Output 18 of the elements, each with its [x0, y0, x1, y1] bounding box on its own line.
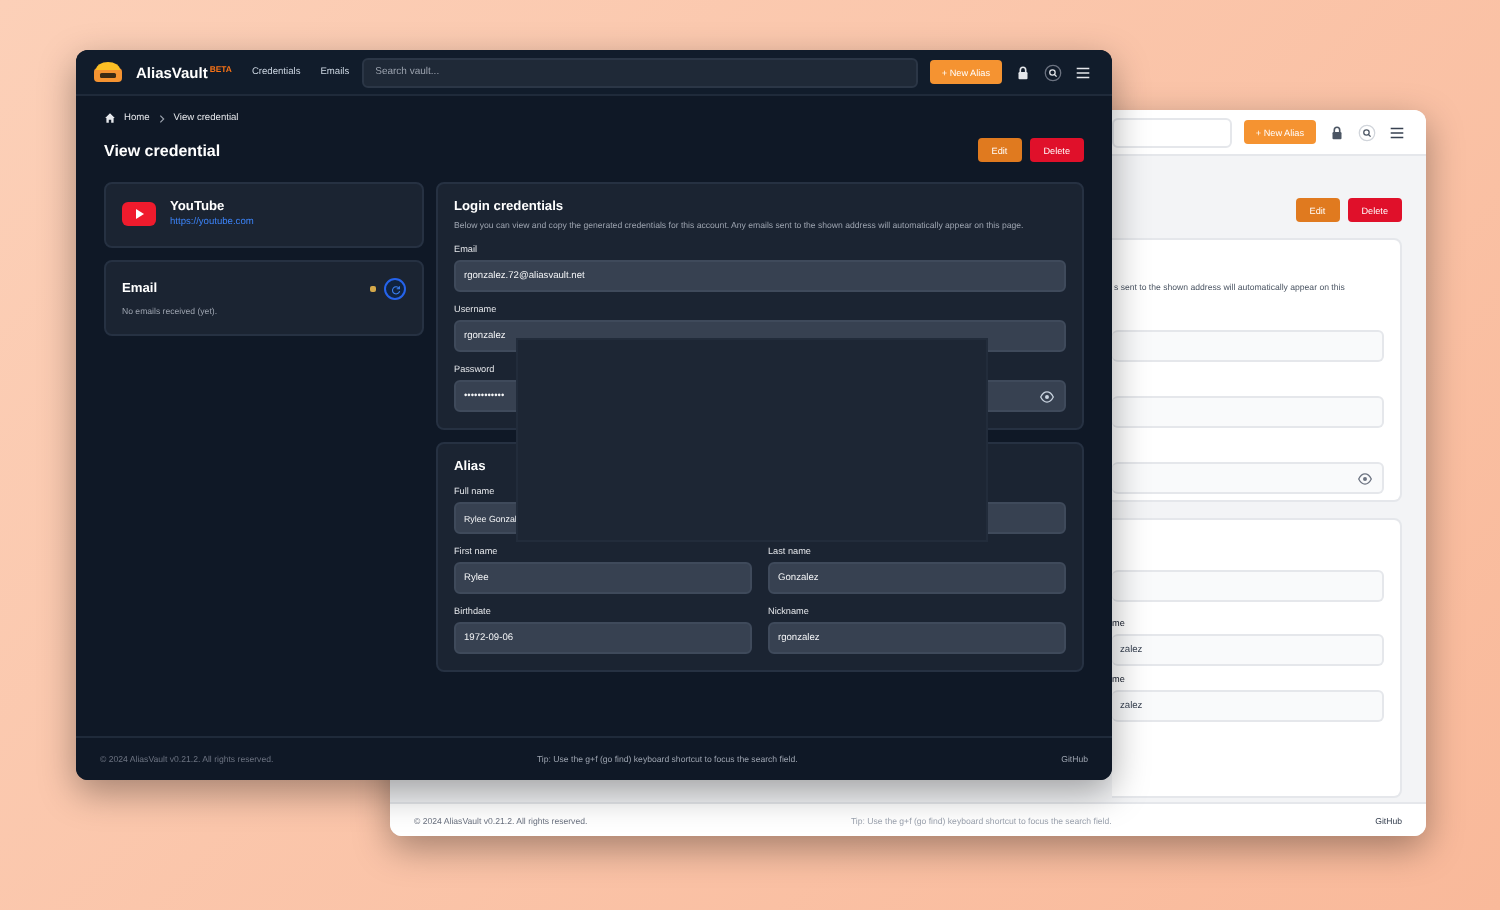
eye-icon[interactable] — [1038, 387, 1056, 406]
play-logo-icon — [122, 202, 156, 226]
page-title: View credential — [104, 141, 223, 159]
refresh-icon — [389, 283, 401, 295]
lock-icon[interactable] — [1328, 123, 1346, 141]
input-field[interactable] — [1112, 330, 1384, 363]
logo-icon — [92, 60, 124, 84]
search-icon[interactable] — [1044, 63, 1062, 81]
menu-icon[interactable] — [1388, 123, 1406, 141]
refresh-button[interactable] — [384, 278, 406, 300]
lock-icon[interactable] — [1014, 63, 1032, 81]
chevron-icon — [157, 113, 166, 123]
eye-icon[interactable] — [1356, 469, 1374, 488]
status-icon — [370, 286, 376, 292]
home-icon[interactable] — [104, 112, 116, 124]
input-field[interactable] — [1112, 462, 1384, 495]
input-field[interactable] — [1112, 396, 1384, 429]
input-field[interactable] — [1112, 570, 1384, 602]
